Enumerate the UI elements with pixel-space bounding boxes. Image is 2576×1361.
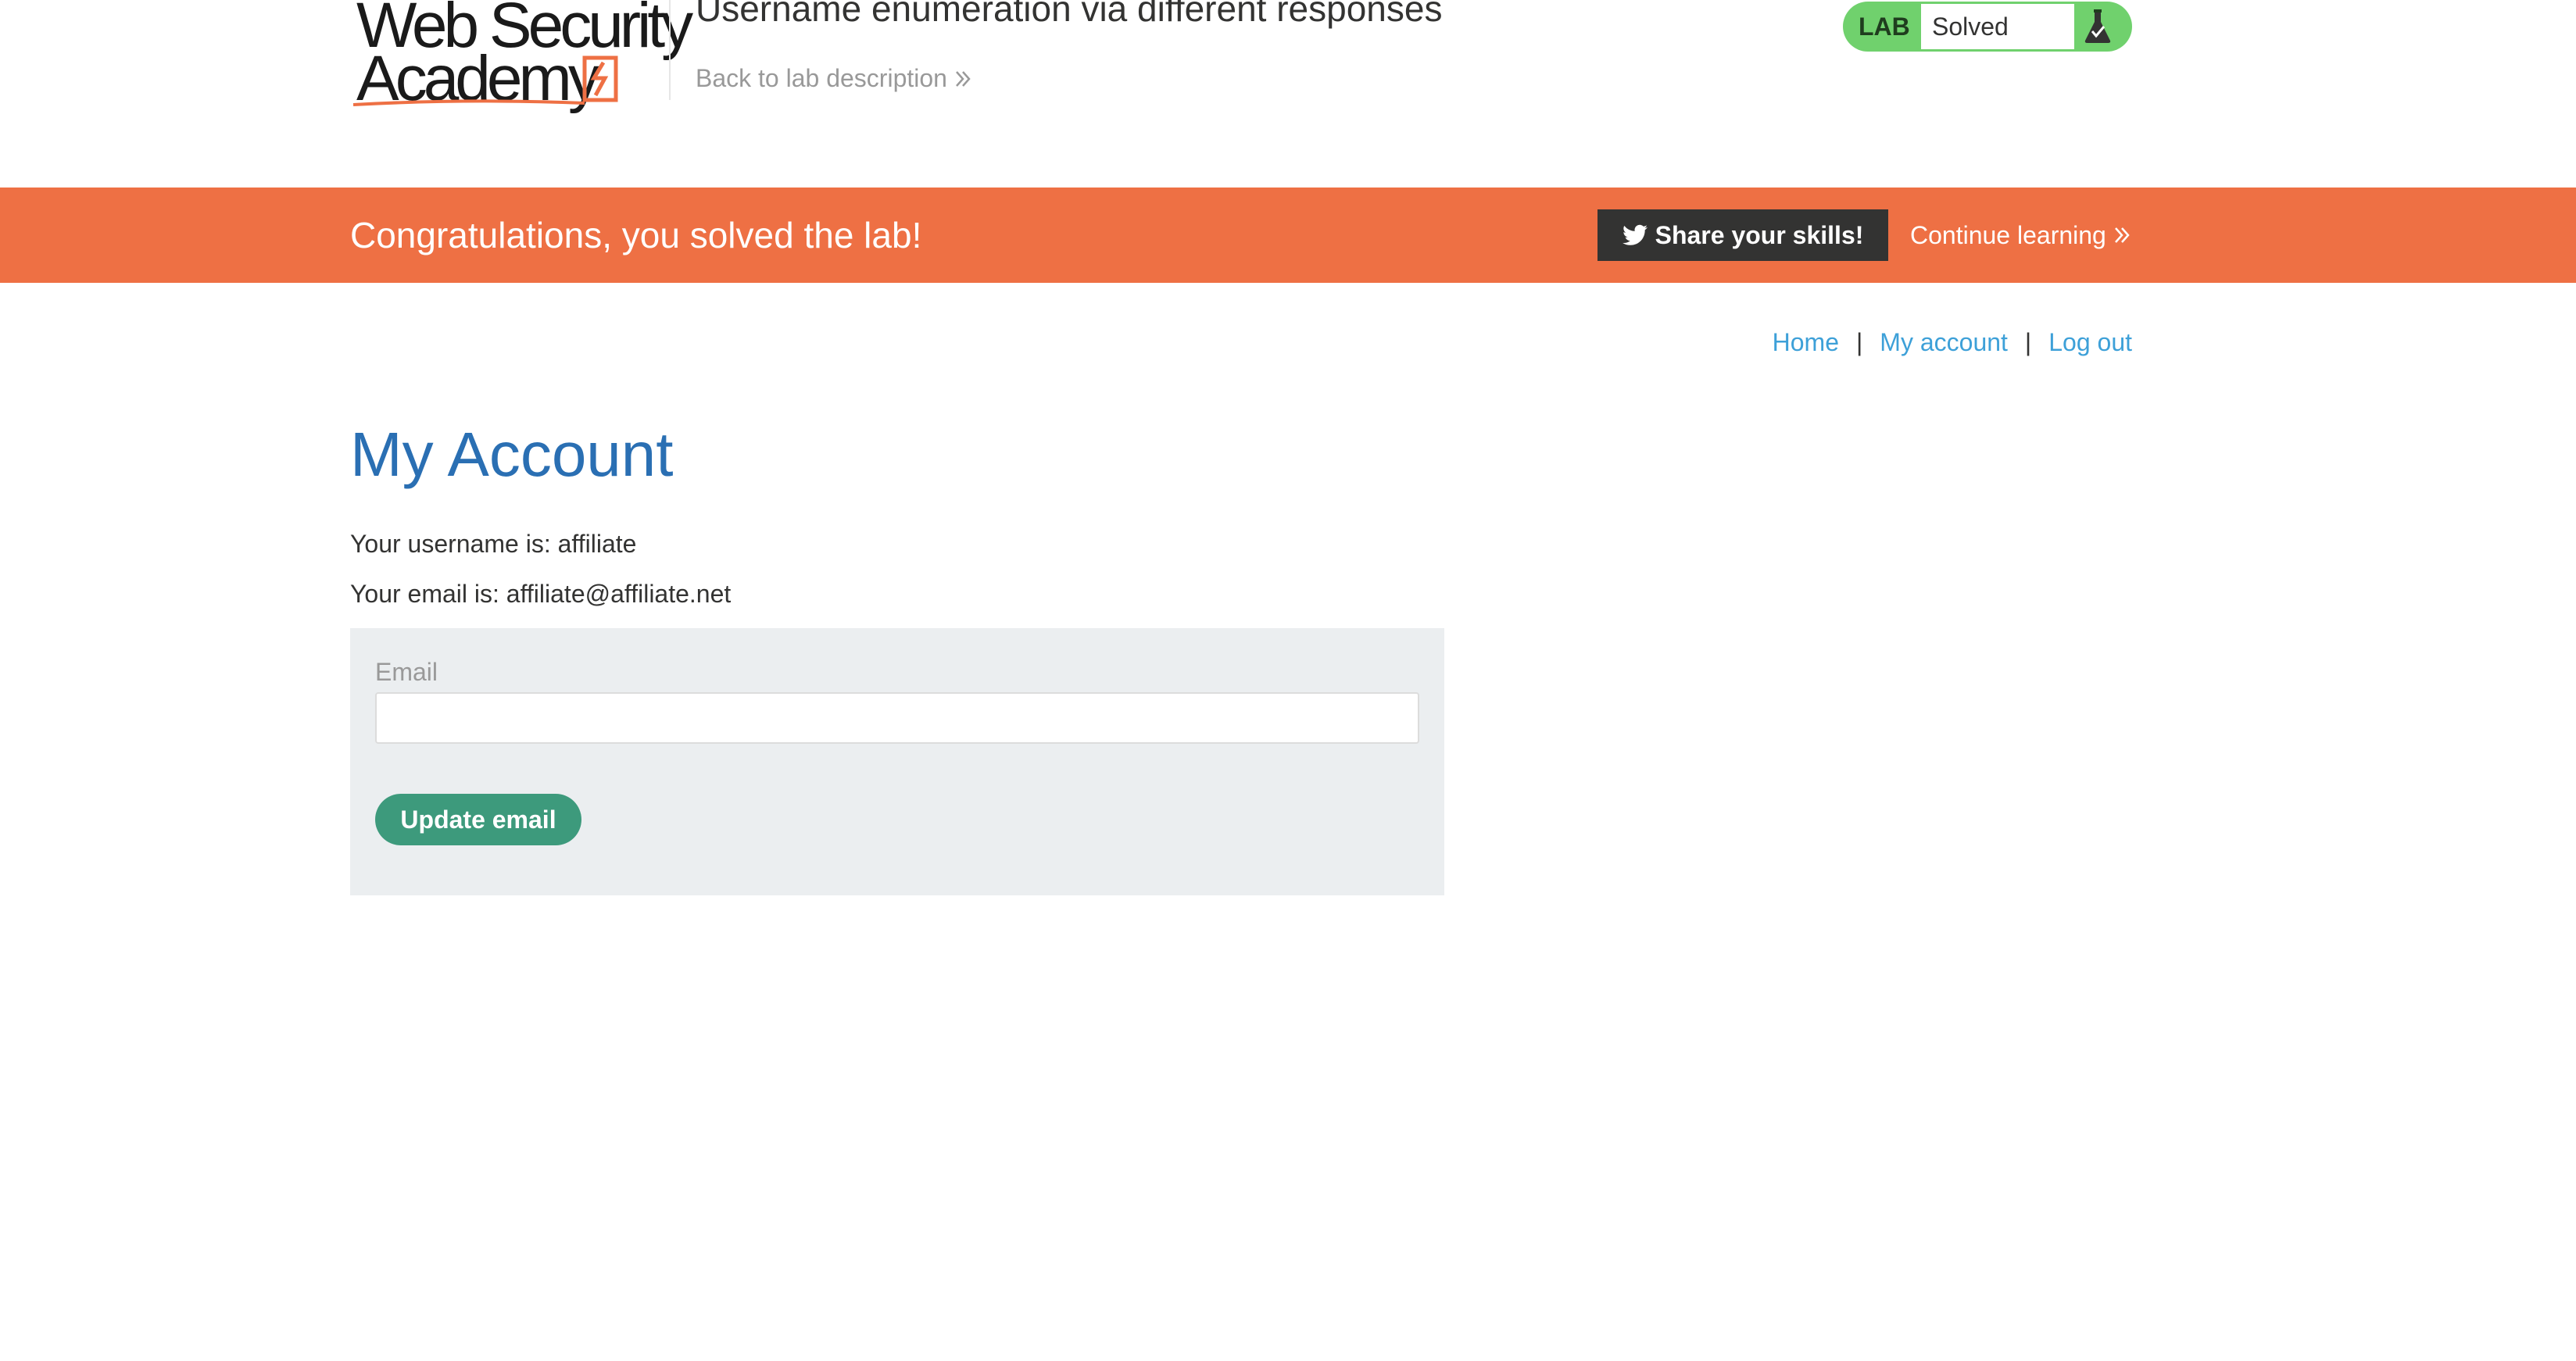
page-title: My Account [350,420,674,489]
solved-banner: Congratulations, you solved the lab! Sha… [0,188,2576,283]
back-link-label: Back to lab description [696,64,947,92]
update-email-button[interactable]: Update email [375,794,581,845]
lab-status-widget: LAB Solved [1843,2,2132,52]
email-field[interactable] [375,692,1419,744]
flask-icon [2084,9,2111,43]
web-security-academy-logo[interactable]: Web Security Academy [352,0,693,111]
twitter-icon [1622,224,1648,245]
email-field-label: Email [375,658,438,686]
update-email-form: Email Update email [350,628,1444,895]
share-button-label: Share your skills! [1655,220,1864,249]
username-info: Your username is: affiliate [350,530,637,558]
nav-separator: | [2024,328,2032,356]
double-chevron-right-icon [956,70,971,87]
top-navigation: Home | My account | Log out [1773,328,2132,357]
share-your-skills-button[interactable]: Share your skills! [1597,209,1888,261]
lab-status-value: Solved [1921,4,2074,49]
double-chevron-right-icon [2114,227,2130,243]
back-to-lab-description-link[interactable]: Back to lab description [696,64,974,93]
nav-log-out-link[interactable]: Log out [2048,328,2132,357]
lab-title: Username enumeration via different respo… [696,0,1443,29]
lab-status-label: LAB [1859,13,1910,41]
nav-separator: | [1855,328,1863,356]
nav-home-link[interactable]: Home [1773,328,1839,357]
logo-underline-icon [352,99,585,106]
email-info: Your email is: affiliate@affiliate.net [350,580,732,608]
nav-my-account-link[interactable]: My account [1880,328,2008,357]
continue-learning-label: Continue learning [1910,221,2106,249]
logo-mark-icon [582,55,618,102]
solved-message: Congratulations, you solved the lab! [350,215,922,255]
header-divider [669,0,671,100]
continue-learning-link[interactable]: Continue learning [1910,188,2133,283]
site-header: Web Security Academy Username enumeratio… [0,0,2576,188]
